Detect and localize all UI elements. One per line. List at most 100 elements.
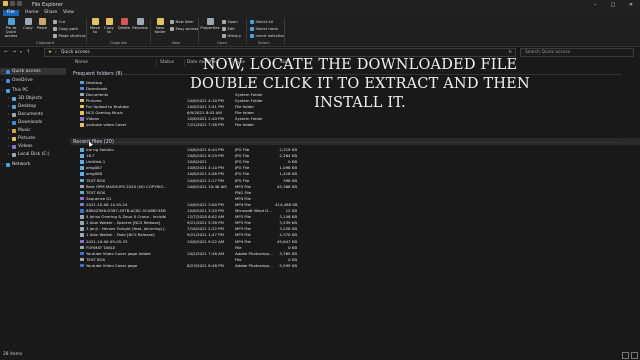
maximize-button[interactable]: □: [604, 0, 622, 9]
file-row[interactable]: FORMAT TABLE File 0 KB: [70, 245, 370, 251]
file-name: 2021-10-06 14-45-24: [86, 201, 128, 207]
paste-shortcut-button[interactable]: Paste shortcut: [53, 33, 86, 38]
rename-button[interactable]: Rename: [132, 18, 148, 30]
frequent-folders-header[interactable]: Frequent folders (8): [73, 71, 122, 77]
file-row[interactable]: Youtube Video Cover page 8/23/2021 8:48 P…: [70, 263, 370, 269]
column-status[interactable]: Status: [160, 59, 174, 66]
chevron-right-icon[interactable]: ›: [8, 135, 9, 142]
file-name: 1 Alan Walker - Fade [NCS Release]: [86, 232, 155, 238]
file-row[interactable]: TEXT BOX 10/6/2021 2:17 PM JPG File 396 KB: [70, 178, 370, 184]
properties-button[interactable]: Properties: [200, 18, 220, 30]
edit-button[interactable]: Edit: [222, 26, 235, 31]
file-row[interactable]: omg088 10/6/2021 4:08 PM JPG File 1,418 KB: [70, 171, 370, 177]
file-row[interactable]: 2 Alan Walker - Spectre [NCS Release] 9/2…: [70, 220, 370, 226]
file-size: 1,418 KB: [279, 171, 297, 177]
column-divider[interactable]: [184, 59, 185, 66]
file-icon: [80, 257, 84, 262]
move-to-button[interactable]: Move to: [90, 18, 100, 34]
file-row[interactable]: 18.T 10/6/2021 6:29 PM JPG File 2,264 KB: [70, 153, 370, 159]
pin-quick-access-button[interactable]: Pin to Quick access: [3, 18, 19, 38]
chevron-right-icon[interactable]: ›: [8, 111, 9, 118]
easy-access-button[interactable]: Easy access: [170, 26, 198, 31]
copy-path-button[interactable]: Copy path: [53, 26, 78, 31]
folder-icon: [80, 98, 84, 103]
back-icon[interactable]: ←: [4, 49, 8, 55]
chevron-right-icon[interactable]: ›: [8, 151, 9, 158]
file-row[interactable]: 8884Z956-D387-497B-AC8C-5CA8B74EB... 10/6…: [70, 208, 370, 214]
sidebar-item[interactable]: › Downloads: [0, 119, 66, 126]
sidebar-item[interactable]: › Desktop: [0, 103, 66, 110]
open-button[interactable]: Open: [222, 19, 238, 24]
search-input[interactable]: Search Quick access: [520, 48, 634, 57]
tiles-view-icon[interactable]: [631, 352, 638, 359]
file-row[interactable]: TEXT BOX File 0 KB: [70, 257, 370, 263]
sidebar-item[interactable]: › Pictures: [0, 135, 66, 142]
select-all-button[interactable]: Select all: [250, 19, 273, 24]
up-icon[interactable]: ↑: [26, 49, 30, 55]
sidebar-item[interactable]: › This PC: [0, 87, 66, 94]
paste-button[interactable]: Paste: [37, 18, 47, 30]
select-all-icon: [250, 19, 254, 24]
file-row[interactable]: 3 Janji - Heroes Tonight (feat. Johnning…: [70, 226, 370, 232]
file-row[interactable]: Untitled-1 10/6/2021 JPG File 0 KB: [70, 159, 370, 165]
minimize-button[interactable]: –: [586, 0, 604, 9]
properties-icon[interactable]: [17, 1, 22, 6]
sidebar-item[interactable]: › Music: [0, 127, 66, 134]
file-row[interactable]: 4 Johus Onering & Zeux X Crona - Invisib…: [70, 214, 370, 220]
recent-files-header[interactable]: Recent files (20): [73, 139, 114, 145]
tab-view[interactable]: View: [59, 10, 78, 16]
column-divider[interactable]: [156, 59, 157, 66]
delete-button[interactable]: Delete: [118, 18, 130, 30]
new-folder-button[interactable]: New folder: [154, 18, 166, 34]
folder-row[interactable]: youtube video Cover 7/21/2021 7:38 PM File…: [70, 122, 370, 128]
sidebar-item[interactable]: › Local Disk (C:): [0, 151, 66, 158]
file-row[interactable]: Best OPM MASHUPS 2020 (NO COPYRIG... 10/6…: [70, 184, 370, 190]
file-row[interactable]: ina ng Sablolo 10/6/2021 6:44 PM JPG File 2…: [70, 147, 370, 153]
chevron-right-icon[interactable]: ›: [2, 161, 3, 168]
file-row[interactable]: Sequence 01 MP4 File: [70, 196, 370, 202]
column-name[interactable]: Name: [75, 59, 88, 66]
sidebar-item[interactable]: › 3D Objects: [0, 95, 66, 102]
tab-file[interactable]: File: [3, 9, 19, 16]
recent-locations-icon[interactable]: ▾: [20, 50, 22, 54]
sidebar-item[interactable]: › Documents: [0, 111, 66, 118]
file-type: System Folder: [235, 116, 263, 122]
sidebar-item[interactable]: › Videos: [0, 143, 66, 150]
chevron-right-icon[interactable]: ›: [2, 77, 3, 84]
sidebar-item[interactable]: › OneDrive: [0, 77, 66, 84]
forward-icon[interactable]: →: [12, 49, 16, 55]
history-button[interactable]: History: [222, 33, 241, 38]
details-view-icon[interactable]: [622, 352, 629, 359]
sidebar-item-label: Local Disk (C:): [18, 152, 50, 157]
chevron-right-icon[interactable]: ›: [8, 143, 9, 150]
chevron-right-icon[interactable]: ›: [8, 95, 9, 102]
chevron-right-icon[interactable]: ›: [2, 68, 3, 75]
invert-selection-button[interactable]: Invert selection: [250, 33, 285, 38]
chevron-right-icon[interactable]: ›: [8, 127, 9, 134]
file-size: 414,468 KB: [275, 201, 298, 207]
sidebar-item[interactable]: › Quick access: [0, 68, 66, 75]
check-icon[interactable]: [10, 1, 15, 6]
file-row[interactable]: 2021-10-06 09-05-33 10/6/2021 9:22 AM MP4 …: [70, 239, 370, 245]
refresh-icon[interactable]: ↻: [508, 50, 512, 55]
title-bar: File Explorer – □ ✕: [0, 0, 640, 9]
select-none-button[interactable]: Select none: [250, 26, 278, 31]
sidebar-item-label: Network: [12, 162, 31, 167]
chevron-right-icon[interactable]: ›: [8, 103, 9, 110]
chevron-right-icon[interactable]: ›: [8, 119, 9, 126]
copy-to-button[interactable]: Copy to: [104, 18, 114, 34]
sidebar-item[interactable]: › Network: [0, 161, 66, 168]
file-row[interactable]: TEXT BOX PNG File: [70, 190, 370, 196]
file-row[interactable]: Youtube Video Cover page Adobe 10/2/2021 …: [70, 251, 370, 257]
file-name: TEXT BOX: [86, 177, 106, 183]
chevron-right-icon[interactable]: ›: [2, 87, 3, 94]
file-row[interactable]: 2021-10-06 14-45-24 10/6/2021 3:00 PM MP4 …: [70, 202, 370, 208]
new-item-button[interactable]: New item: [170, 19, 194, 24]
file-row[interactable]: 1 Alan Walker - Fade [NCS Release] 9/21/2…: [70, 232, 370, 238]
file-row[interactable]: omg087 10/6/2021 4:10 PM JPG File 1,098 KB: [70, 165, 370, 171]
close-button[interactable]: ✕: [622, 0, 640, 9]
folder-row[interactable]: Videos 10/6/2021 2:40 PM System Folder: [70, 116, 370, 122]
file-type: File: [235, 244, 242, 250]
copy-button[interactable]: Copy: [23, 18, 33, 30]
cut-button[interactable]: Cut: [53, 19, 65, 24]
